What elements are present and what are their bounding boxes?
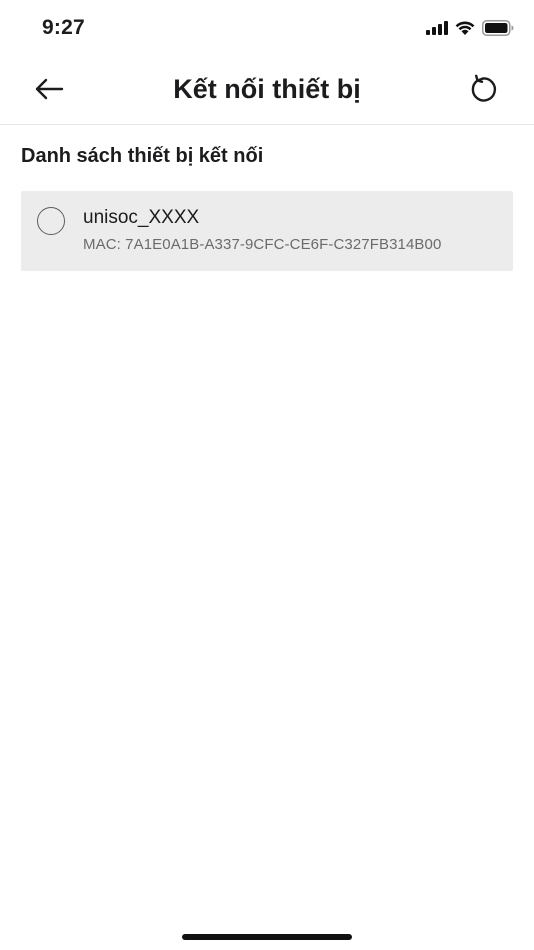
status-bar: 9:27 xyxy=(0,0,534,58)
refresh-icon xyxy=(468,74,498,109)
status-icons xyxy=(426,20,514,36)
page-title: Kết nối thiết bị xyxy=(173,74,361,104)
status-time: 9:27 xyxy=(42,16,85,39)
app-header: Kết nối thiết bị xyxy=(0,58,534,125)
back-button[interactable] xyxy=(24,66,74,116)
device-radio-button[interactable] xyxy=(37,207,65,235)
battery-icon xyxy=(482,20,514,36)
refresh-button[interactable] xyxy=(458,66,508,116)
cellular-signal-icon xyxy=(426,21,448,35)
device-mac-address: MAC: 7A1E0A1B-A337-9CFC-CE6F-C327FB314B0… xyxy=(83,236,442,253)
arrow-left-icon xyxy=(34,77,64,106)
device-list-item[interactable]: unisoc_XXXX MAC: 7A1E0A1B-A337-9CFC-CE6F… xyxy=(21,191,513,271)
device-name: unisoc_XXXX xyxy=(83,207,200,228)
home-indicator xyxy=(182,934,352,940)
section-title: Danh sách thiết bị kết nối xyxy=(21,145,264,167)
device-list: unisoc_XXXX MAC: 7A1E0A1B-A337-9CFC-CE6F… xyxy=(21,191,513,271)
wifi-icon xyxy=(454,20,476,36)
